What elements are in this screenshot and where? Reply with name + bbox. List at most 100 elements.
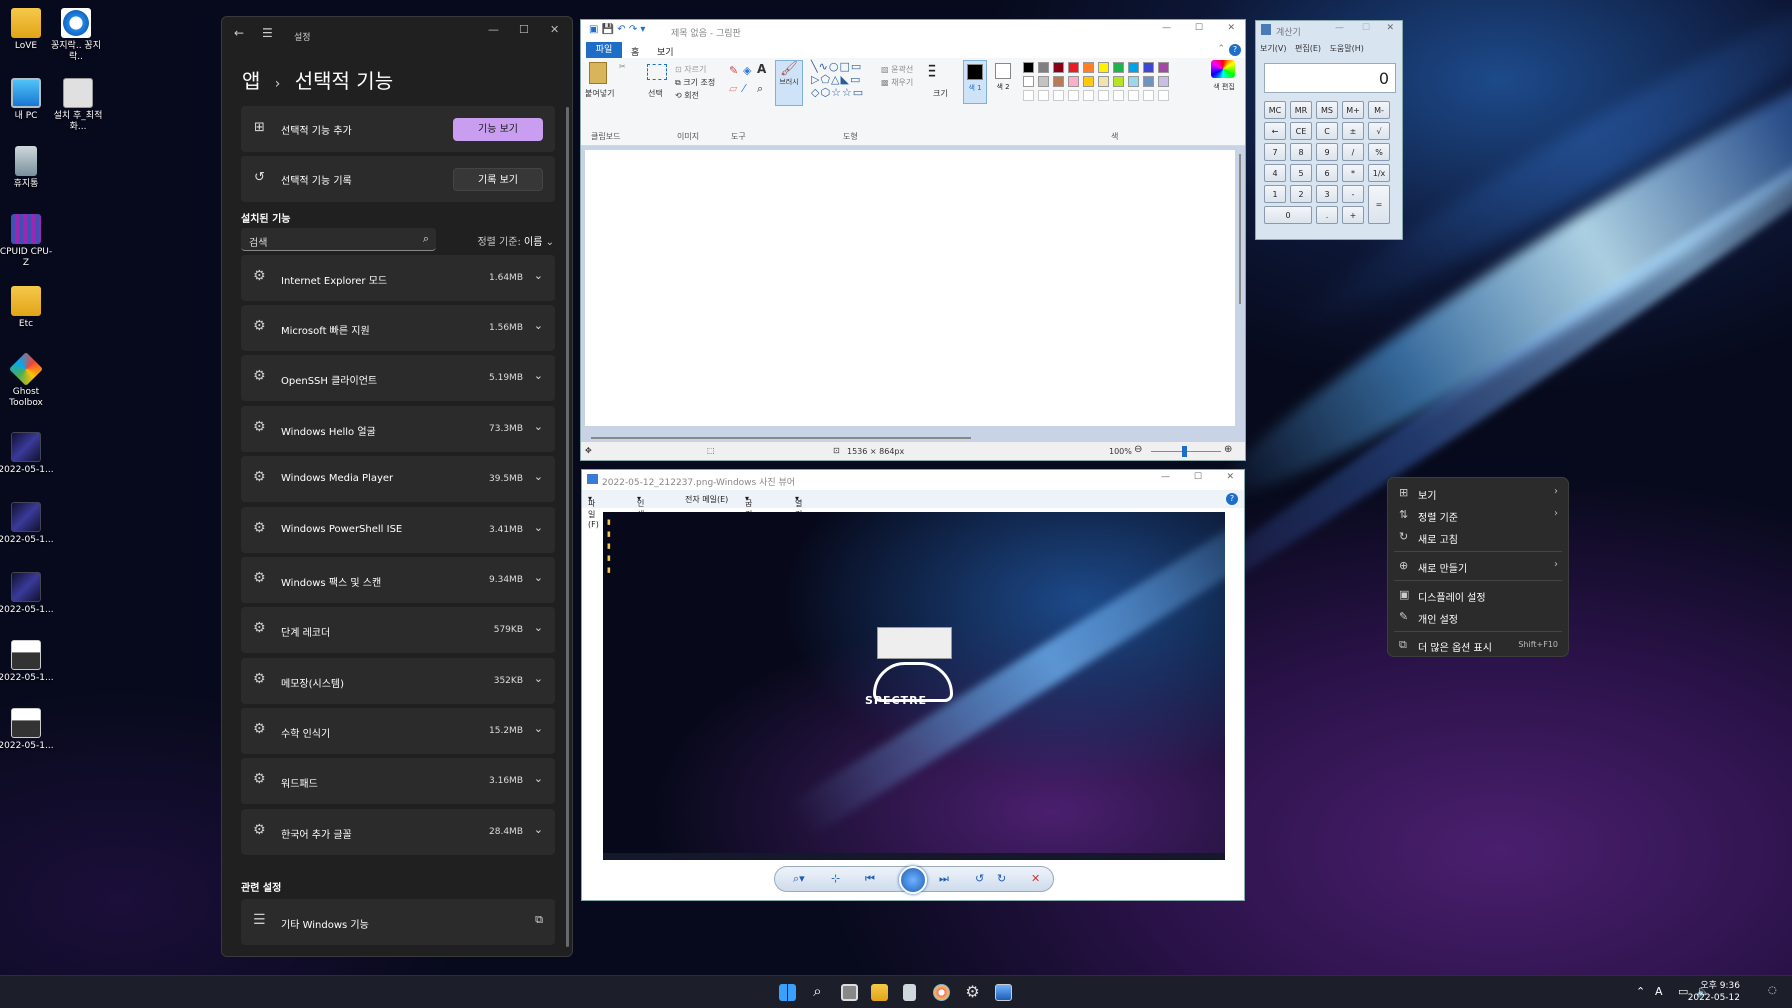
scrollbar[interactable] [566,107,569,947]
palette-swatch-empty[interactable] [1068,90,1079,101]
related-item-windows-features[interactable]: ☰ 기타 Windows 기능 ⧉ [241,899,555,945]
desktop-icon-image-5[interactable]: 2022-05-1... [0,708,54,752]
palette-swatch[interactable] [1128,76,1139,87]
tray-chevron-up-icon[interactable]: ⌃ [1636,985,1645,998]
calc-key-sign[interactable]: ± [1342,122,1364,140]
palette-swatch[interactable] [1098,62,1109,73]
crop-button[interactable]: ⊡ 자르기 [675,64,706,75]
brush-button[interactable]: 🖌 브러시 [775,60,803,106]
minimize-icon[interactable]: — [1335,23,1344,33]
zoom-icon[interactable]: ⌕▾ [793,872,805,886]
magnifier-icon[interactable]: ⌕ [757,82,763,96]
zoom-in-icon[interactable]: ⊕ [1224,444,1232,455]
palette-swatch[interactable] [1038,62,1049,73]
palette-swatch[interactable] [1098,76,1109,87]
calc-key-9[interactable]: 9 [1316,143,1338,161]
desktop-icon-setup[interactable]: 설치 후_최적화... [50,78,106,133]
rotate-button[interactable]: ⟲ 회전 [675,90,699,101]
palette-swatch[interactable] [1053,62,1064,73]
close-icon[interactable]: ✕ [1226,472,1234,482]
calc-key-8[interactable]: 8 [1290,143,1312,161]
calc-key-ms[interactable]: MS [1316,101,1338,119]
help-icon[interactable]: ? [1226,493,1238,505]
vertical-scrollbar[interactable] [1239,154,1241,304]
calc-key-multiply[interactable]: * [1342,164,1364,182]
palette-swatch[interactable] [1143,62,1154,73]
calc-key-7[interactable]: 7 [1264,143,1286,161]
palette-swatch[interactable] [1068,62,1079,73]
menu-help[interactable]: 도움말(H) [1330,44,1364,53]
ctx-item-more-options[interactable]: ⧉ 더 많은 옵션 표시 Shift+F10 [1388,634,1568,656]
rotate-cw-icon[interactable]: ↻ [997,872,1006,885]
minimize-icon[interactable]: — [1161,472,1170,482]
desktop-icon-ghost-toolbox[interactable]: Ghost Toolbox [0,352,54,409]
chevron-down-icon[interactable]: ⌄ [534,269,543,282]
palette-swatch-empty[interactable] [1158,90,1169,101]
palette-swatch-empty[interactable] [1113,90,1124,101]
feature-item[interactable]: ⚙ 수학 인식기 15.2MB ⌄ [241,708,555,754]
maximize-icon[interactable]: ☐ [1194,472,1202,482]
drawing-canvas[interactable] [585,150,1235,426]
calc-key-ce[interactable]: CE [1290,122,1312,140]
feature-item[interactable]: ⚙ OpenSSH 클라이언트 5.19MB ⌄ [241,355,555,401]
palette-swatch-empty[interactable] [1143,90,1154,101]
palette-swatch-empty[interactable] [1098,90,1109,101]
rotate-ccw-icon[interactable]: ↺ [975,872,984,885]
calc-key-2[interactable]: 2 [1290,185,1312,203]
palette-swatch-empty[interactable] [1053,90,1064,101]
outline-button[interactable]: ▨ 윤곽선 [881,64,913,75]
desktop-icon-recycle-bin[interactable]: 휴지통 [0,146,54,190]
calc-key-4[interactable]: 4 [1264,164,1286,182]
color2-button[interactable]: 색 2 [991,60,1015,104]
palette-swatch[interactable] [1023,62,1034,73]
palette-swatch[interactable] [1158,62,1169,73]
select-button[interactable]: 선택 [648,88,663,99]
cut-icon[interactable]: ✂ [619,62,626,71]
notepad-icon[interactable] [903,984,916,1001]
chevron-down-icon[interactable]: ⌄ [534,319,543,332]
calc-key-backspace[interactable]: ← [1264,122,1286,140]
feature-item[interactable]: ⚙ Internet Explorer 모드 1.64MB ⌄ [241,255,555,301]
menu-burn[interactable]: 굽기(U) ▾ [745,494,757,529]
previous-icon[interactable]: ⏮ [865,872,875,886]
close-icon[interactable]: ✕ [550,23,559,36]
chevron-down-icon[interactable]: ⌄ [534,571,543,584]
eraser-icon[interactable]: ▱ [729,82,737,95]
notification-icon[interactable]: ◌ [1768,985,1777,996]
palette-swatch[interactable] [1068,76,1079,87]
palette-swatch[interactable] [1023,76,1034,87]
chevron-down-icon[interactable]: ⌄ [534,420,543,433]
palette-swatch[interactable] [1113,62,1124,73]
file-explorer-icon[interactable] [871,984,888,1001]
menu-open[interactable]: 열기(O) ▾ [795,494,808,529]
tab-file[interactable]: 파일 [586,42,622,58]
tab-home[interactable]: 홈 [631,45,639,58]
text-icon[interactable]: A [757,62,766,76]
maximize-icon[interactable]: ☐ [1195,23,1203,33]
palette-swatch-empty[interactable] [1083,90,1094,101]
calc-key-reciprocal[interactable]: 1/x [1368,164,1390,182]
palette-swatch[interactable] [1083,76,1094,87]
calc-key-0[interactable]: 0 [1264,206,1312,224]
ctx-item-personalize[interactable]: ✎ 개인 설정 [1388,606,1568,628]
view-features-button[interactable]: 기능 보기 [453,118,543,141]
feature-item[interactable]: ⚙ 메모장(시스템) 352KB ⌄ [241,658,555,704]
calc-key-3[interactable]: 3 [1316,185,1338,203]
desktop-icon-ie[interactable]: 꽁지락.. 꽁지락.. [48,8,104,63]
calc-key-5[interactable]: 5 [1290,164,1312,182]
size-button[interactable]: 크기 [933,88,948,99]
ctx-item-sort[interactable]: ⇅ 정렬 기준 › [1388,504,1568,526]
sort-dropdown[interactable]: 정렬 기준: 이름 ⌄ [477,233,554,248]
zoom-slider-thumb[interactable] [1182,446,1187,457]
calc-key-m+[interactable]: M+ [1342,101,1364,119]
view-history-button[interactable]: 기록 보기 [453,168,543,191]
paste-button[interactable]: 붙여넣기 [585,88,614,99]
desktop-icon-etc[interactable]: Etc [0,286,54,330]
next-icon[interactable]: ⏭ [939,872,949,886]
calc-key-6[interactable]: 6 [1316,164,1338,182]
chevron-down-icon[interactable]: ⌄ [534,470,543,483]
desktop-icon-cpuz[interactable]: CPUID CPU-Z [0,214,54,269]
calc-key-1[interactable]: 1 [1264,185,1286,203]
ctx-item-refresh[interactable]: ↻ 새로 고침 [1388,526,1568,548]
palette-swatch-empty[interactable] [1023,90,1034,101]
